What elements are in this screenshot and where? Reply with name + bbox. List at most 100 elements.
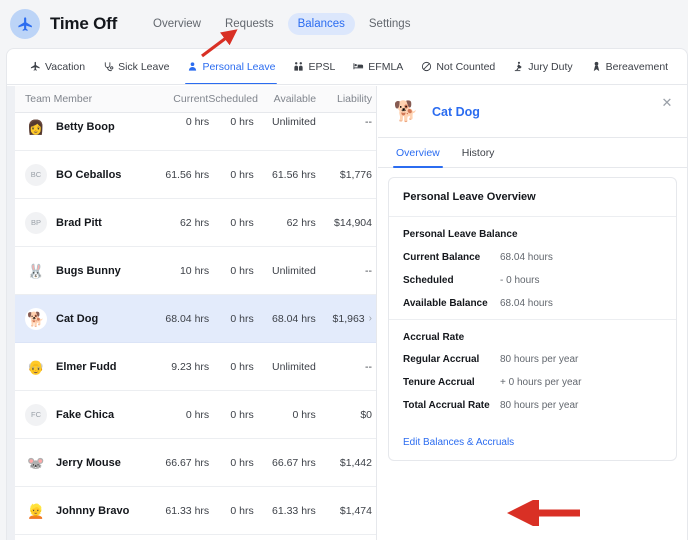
table-row[interactable]: 🐭Jerry Mouse66.67 hrs0 hrs66.67 hrs$1,44…: [15, 439, 376, 487]
detail-row: Scheduled - 0 hours: [403, 275, 662, 286]
cell-team-member: BP Brad Pitt: [15, 212, 151, 234]
cell-team-member: 👱 Johnny Bravo: [15, 500, 151, 522]
panel-member-name[interactable]: Cat Dog: [432, 105, 480, 119]
cell-team-member: 🐰Bugs Bunny: [15, 260, 151, 282]
member-name: Elmer Fudd: [56, 361, 117, 373]
page-title: Time Off: [50, 14, 117, 34]
tab-label: EPSL: [308, 61, 335, 73]
table-row[interactable]: FCFake Chica0 hrs0 hrs0 hrs$0: [15, 391, 376, 439]
column-header-scheduled: Scheduled: [208, 93, 254, 105]
tab-sick-leave[interactable]: Sick Leave: [94, 49, 178, 85]
cell-team-member: 🐕Cat Dog: [15, 308, 151, 330]
avatar: 🐰: [25, 260, 47, 282]
detail-value: 68.04 hours: [500, 298, 553, 309]
column-header-current: Current: [150, 93, 208, 105]
avatar: 👩: [25, 116, 47, 138]
table-row[interactable]: BCBO Ceballos61.56 hrs0 hrs61.56 hrs$1,7…: [15, 151, 376, 199]
member-name: Betty Boop: [56, 121, 115, 133]
cell-team-member: FCFake Chica: [15, 404, 151, 426]
table-row[interactable]: BPBrad Pitt62 hrs0 hrs62 hrs$14,904: [15, 199, 376, 247]
cell-available: 62 hrs: [254, 217, 316, 229]
tab-bereavement[interactable]: Bereavement: [582, 49, 677, 85]
close-icon[interactable]: ✕: [659, 95, 675, 111]
cell-scheduled: 0 hrs: [209, 265, 254, 277]
cell-current: 62 hrs: [151, 217, 209, 229]
member-name: BO Ceballos: [56, 169, 121, 181]
person-icon: [187, 61, 198, 72]
tab-epsl[interactable]: EPSL: [284, 49, 344, 85]
tab-history[interactable]: History: [454, 138, 503, 168]
tab-overview[interactable]: Overview: [388, 138, 448, 168]
people-icon: [293, 61, 304, 72]
member-name: Johnny Bravo: [56, 505, 129, 517]
leave-type-tabs: Vacation Sick Leave Personal Leave: [7, 49, 687, 85]
app-header: Time Off Overview Requests Balances Sett…: [0, 0, 688, 48]
table-row[interactable]: 🐕Cat Dog68.04 hrs0 hrs68.04 hrs$1,963›: [15, 295, 376, 343]
cell-team-member: 👴Elmer Fudd: [15, 356, 151, 378]
balances-table: Team Member Current Scheduled Available …: [7, 86, 377, 540]
avatar: BP: [25, 212, 47, 234]
nav-item-settings[interactable]: Settings: [359, 13, 421, 35]
column-header-available: Available: [254, 93, 316, 105]
cell-available: 66.67 hrs: [254, 457, 316, 469]
cell-scheduled: 0 hrs: [209, 361, 254, 373]
detail-key: Total Accrual Rate: [403, 400, 500, 411]
detail-key: Scheduled: [403, 275, 500, 286]
cell-current: 10 hrs: [151, 265, 209, 277]
table-body: 👩Betty Boop0 hrs0 hrsUnlimited--BCBO Ceb…: [15, 113, 376, 540]
cell-available: Unlimited: [254, 265, 316, 277]
detail-value: + 0 hours per year: [500, 377, 581, 388]
cell-current: 61.33 hrs: [151, 505, 209, 517]
liability-value: $1,474: [340, 505, 372, 517]
tab-jury-duty[interactable]: Jury Duty: [504, 49, 581, 85]
table-scroll-gutter[interactable]: [7, 86, 15, 540]
cell-scheduled: 0 hrs: [209, 313, 254, 325]
detail-key: Tenure Accrual: [403, 377, 500, 388]
member-name: Brad Pitt: [56, 217, 102, 229]
cell-liability: $1,474: [316, 505, 376, 517]
nav-item-overview[interactable]: Overview: [143, 13, 211, 35]
liability-value: $0: [360, 409, 372, 421]
cell-available: Unlimited: [254, 116, 316, 128]
cell-scheduled: 0 hrs: [209, 409, 254, 421]
detail-row: Current Balance 68.04 hours: [403, 252, 662, 263]
tab-vacation[interactable]: Vacation: [21, 49, 94, 85]
tab-efmla[interactable]: EFMLA: [344, 49, 412, 85]
cell-current: 0 hrs: [151, 409, 209, 421]
tab-label: History: [462, 147, 495, 159]
column-header-liability: Liability: [316, 93, 376, 105]
tab-not-counted[interactable]: Not Counted: [412, 49, 504, 85]
person-star-icon: [686, 61, 687, 72]
edit-balances-accruals-link[interactable]: Edit Balances & Accruals: [403, 437, 514, 448]
avatar: 🐭: [25, 452, 47, 474]
cell-current: 0 hrs: [151, 116, 209, 128]
bed-icon: [353, 61, 364, 72]
nav-item-balances[interactable]: Balances: [288, 13, 355, 35]
ribbon-icon: [591, 61, 602, 72]
nav-item-requests[interactable]: Requests: [215, 13, 284, 35]
table-row[interactable]: 🐰Bugs Bunny10 hrs0 hrsUnlimited--: [15, 247, 376, 295]
cell-liability: $0: [316, 409, 376, 421]
member-detail-panel: 🐕 Cat Dog ✕ Overview History Personal Le…: [378, 86, 687, 540]
cell-liability: --: [316, 361, 376, 373]
cell-liability: --: [316, 116, 376, 128]
chevron-right-icon[interactable]: ›: [369, 313, 372, 324]
tab-label: Bereavement: [606, 61, 668, 73]
table-row[interactable]: 👱Johnny Bravo61.33 hrs0 hrs61.33 hrs$1,4…: [15, 487, 376, 535]
cell-available: 0 hrs: [254, 409, 316, 421]
avatar: 👱: [25, 500, 47, 522]
tab-personal-leave[interactable]: Personal Leave: [178, 49, 284, 85]
cell-liability: $1,442: [316, 457, 376, 469]
table-row[interactable]: 👩Betty Boop0 hrs0 hrsUnlimited--: [15, 113, 376, 151]
table-header-row: Team Member Current Scheduled Available …: [15, 86, 376, 113]
detail-value: 80 hours per year: [500, 400, 578, 411]
table-row[interactable]: 👴Elmer Fudd9.23 hrs0 hrsUnlimited--: [15, 343, 376, 391]
cell-current: 61.56 hrs: [151, 169, 209, 181]
cell-available: 61.33 hrs: [254, 505, 316, 517]
balance-section-label: Personal Leave Balance: [403, 228, 518, 243]
detail-row: Regular Accrual 80 hours per year: [403, 354, 662, 365]
cell-liability: --: [316, 265, 376, 277]
cell-current: 9.23 hrs: [151, 361, 209, 373]
tab-floating-holiday[interactable]: Floating Holiday: [677, 49, 687, 85]
tab-label: EFMLA: [368, 61, 403, 73]
